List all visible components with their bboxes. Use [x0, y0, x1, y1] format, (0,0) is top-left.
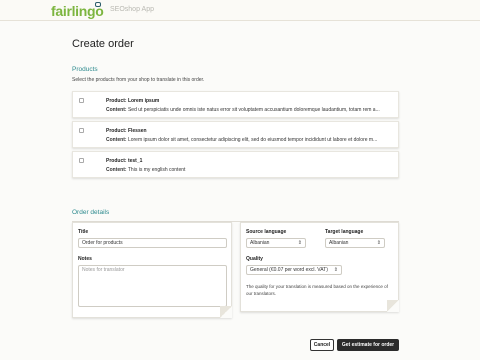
top-bar: fairlingo SEOshop App	[0, 0, 480, 21]
order-details-title: Order details	[72, 209, 110, 216]
title-label: Title	[78, 229, 89, 235]
page-title: Create order	[72, 38, 134, 50]
products-section-title: Products	[72, 66, 98, 73]
product-content: Content: Sed ut perspiciatis unde omnis …	[106, 107, 380, 113]
product-name: Product: test_1	[106, 158, 143, 164]
target-language-select[interactable]: Albanian ⇕	[325, 238, 385, 248]
product-card[interactable]: Product: Flessen Content: Lorem ipsum do…	[72, 121, 399, 148]
product-name: Product: Lorem ipsum	[106, 98, 160, 104]
quality-label: Quality	[246, 256, 263, 262]
cancel-button[interactable]: Cancel	[310, 339, 334, 351]
quality-select[interactable]: General (€0.07 per word excl. VAT) ⇕	[246, 265, 342, 275]
source-language-label: Source language	[246, 229, 287, 235]
page-fold-corner	[220, 306, 232, 318]
notes-textarea[interactable]: Notes for translator	[78, 265, 227, 307]
page-fold-corner	[387, 300, 399, 312]
logo-mark-icon	[95, 2, 101, 7]
product-checkbox[interactable]	[79, 128, 84, 133]
main-content: Create order Products Select the product…	[0, 21, 480, 360]
product-checkbox[interactable]	[79, 158, 84, 163]
product-content: Content: This is my english content	[106, 167, 186, 173]
product-card[interactable]: Product: Lorem ipsum Content: Sed ut per…	[72, 91, 399, 118]
app-name: SEOshop App	[110, 6, 154, 13]
product-content: Content: Lorem ipsum dolor sit amet, con…	[106, 137, 378, 143]
language-panel: Source language Albanian ⇕ Target languag…	[240, 222, 399, 312]
notes-label: Notes	[78, 256, 92, 262]
select-arrows-icon: ⇕	[297, 240, 302, 246]
products-description: Select the products from your shop to tr…	[72, 77, 205, 83]
select-arrows-icon: ⇕	[376, 240, 381, 246]
product-card[interactable]: Product: test_1 Content: This is my engl…	[72, 151, 399, 178]
quality-help-text: The quality for your translation is meas…	[246, 284, 388, 296]
product-checkbox[interactable]	[79, 98, 84, 103]
get-estimate-button[interactable]: Get estimate for order	[337, 339, 399, 351]
target-language-label: Target language	[325, 229, 364, 235]
product-name: Product: Flessen	[106, 128, 147, 134]
select-arrows-icon: ⇕	[333, 267, 338, 273]
source-language-select[interactable]: Albanian ⇕	[246, 238, 306, 248]
title-input[interactable]: Order for products	[78, 238, 227, 248]
order-info-panel: Title Order for products Notes Notes for…	[72, 222, 232, 318]
